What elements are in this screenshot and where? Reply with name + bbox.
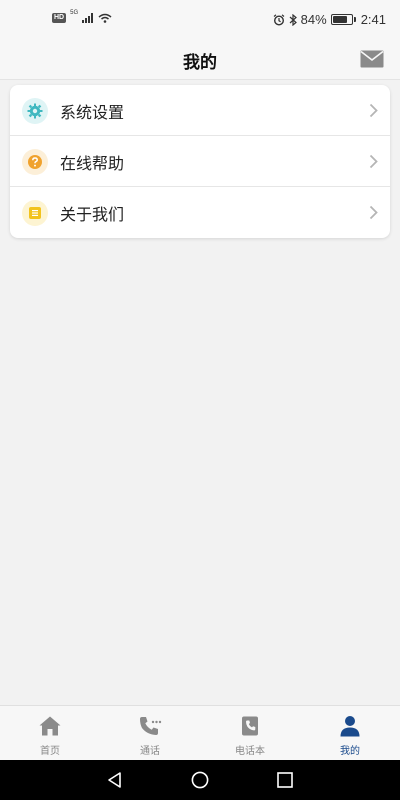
clock: 2:41 [360, 12, 386, 27]
menu-item-label: 系统设置 [60, 103, 125, 122]
system-nav-bar [0, 760, 400, 800]
menu-item-system-settings[interactable]: 系统设置 [10, 85, 390, 136]
tab-label: 首页 [40, 746, 60, 757]
page-title: 我的 [183, 53, 217, 73]
icon-bubble [22, 98, 48, 124]
recents-icon[interactable] [275, 770, 295, 790]
circle-home-icon[interactable] [190, 770, 210, 790]
mail-icon[interactable] [360, 50, 384, 68]
user-icon [340, 716, 360, 737]
battery-icon [330, 14, 356, 25]
header: 我的 [0, 36, 400, 80]
tab-label: 我的 [340, 746, 360, 757]
home-icon [39, 716, 61, 736]
chevron-right-icon [369, 205, 378, 220]
gear-icon [27, 103, 43, 119]
phone-icon [140, 717, 162, 735]
question-icon [28, 155, 42, 169]
battery-fill [332, 16, 348, 23]
tab-home[interactable]: 首页 [0, 706, 100, 760]
hd-badge: HD [52, 13, 67, 23]
phonebook-icon [242, 716, 258, 736]
network-label: 5G [70, 10, 79, 16]
tab-calls[interactable]: 通话 [100, 706, 200, 760]
status-bar: HD 5G 84% 2:41 [0, 0, 400, 36]
chevron-right-icon [369, 154, 378, 169]
chevron-right-icon [369, 103, 378, 118]
menu-item-label: 关于我们 [60, 205, 125, 224]
menu-item-about-us[interactable]: 关于我们 [10, 187, 390, 238]
tab-mine[interactable]: 我的 [300, 706, 400, 760]
back-icon[interactable] [105, 770, 125, 790]
menu-item-label: 在线帮助 [60, 154, 125, 173]
alarm-icon [273, 13, 285, 26]
menu-item-online-help[interactable]: 在线帮助 [10, 136, 390, 187]
wifi-icon [98, 13, 112, 23]
status-left: HD 5G [52, 10, 112, 23]
tab-phonebook[interactable]: 电话本 [200, 706, 300, 760]
tab-label: 电话本 [235, 746, 265, 757]
status-right: 84% 2:41 [273, 12, 386, 27]
settings-menu: 系统设置 在线帮助 关于我们 [10, 85, 390, 238]
icon-bubble [22, 200, 48, 226]
icon-bubble [22, 149, 48, 175]
battery-percent: 84% [300, 12, 327, 27]
signal-icon [82, 13, 94, 23]
document-icon [29, 207, 41, 219]
bluetooth-icon [289, 13, 297, 26]
tab-label: 通话 [140, 746, 160, 757]
bottom-tab-bar: 首页 通话 电话本 我的 [0, 705, 400, 760]
